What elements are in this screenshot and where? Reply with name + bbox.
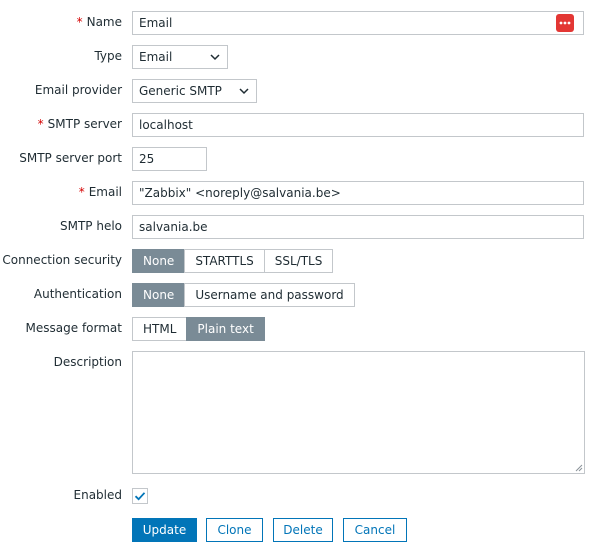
chevron-down-icon — [210, 54, 220, 61]
required-asterisk: * — [76, 15, 83, 29]
smtp-server-input[interactable]: localhost — [132, 113, 584, 137]
description-label: Description — [53, 355, 122, 369]
enabled-label: Enabled — [73, 488, 123, 502]
message-format-plain-text[interactable]: Plain text — [186, 317, 265, 341]
required-asterisk: * — [78, 185, 85, 199]
cancel-button[interactable]: Cancel — [343, 518, 407, 542]
enabled-checkbox[interactable] — [132, 488, 148, 504]
name-input[interactable]: Email — [132, 11, 584, 35]
email-provider-select[interactable]: Generic SMTP — [132, 79, 257, 103]
smtp-helo-label: SMTP helo — [59, 219, 122, 233]
name-label: * Name — [76, 15, 122, 29]
resize-handle-icon[interactable] — [575, 464, 583, 472]
type-label: Type — [94, 49, 122, 63]
required-asterisk: * — [37, 117, 44, 131]
connection-security-none[interactable]: None — [132, 249, 186, 273]
email-label: * Email — [78, 185, 122, 199]
chevron-down-icon — [239, 88, 249, 95]
message-format-html[interactable]: HTML — [132, 317, 188, 341]
description-textarea[interactable] — [132, 351, 585, 474]
email-provider-label: Email provider — [34, 83, 122, 97]
update-button[interactable]: Update — [132, 518, 197, 542]
smtp-server-port-input[interactable]: 25 — [132, 147, 207, 171]
authentication-username-password[interactable]: Username and password — [184, 283, 355, 307]
macro-options-icon[interactable] — [556, 14, 574, 32]
checkmark-icon — [134, 492, 146, 501]
connection-security-ssl-tls[interactable]: SSL/TLS — [263, 249, 334, 273]
smtp-server-port-label: SMTP server port — [19, 151, 122, 165]
authentication-label: Authentication — [33, 287, 122, 301]
smtp-server-label: * SMTP server — [37, 117, 122, 131]
authentication-none[interactable]: None — [132, 283, 186, 307]
connection-security-label: Connection security — [2, 253, 122, 267]
smtp-helo-input[interactable]: salvania.be — [132, 215, 584, 239]
connection-security-toggle: None STARTTLS SSL/TLS — [132, 249, 334, 273]
message-format-label: Message format — [25, 321, 122, 335]
authentication-toggle: None Username and password — [132, 283, 355, 307]
message-format-toggle: HTML Plain text — [132, 317, 265, 341]
delete-button[interactable]: Delete — [273, 518, 333, 542]
connection-security-starttls[interactable]: STARTTLS — [184, 249, 265, 273]
clone-button[interactable]: Clone — [206, 518, 263, 542]
email-input[interactable]: "Zabbix" <noreply@salvania.be> — [132, 181, 584, 205]
type-select[interactable]: Email — [132, 45, 228, 69]
